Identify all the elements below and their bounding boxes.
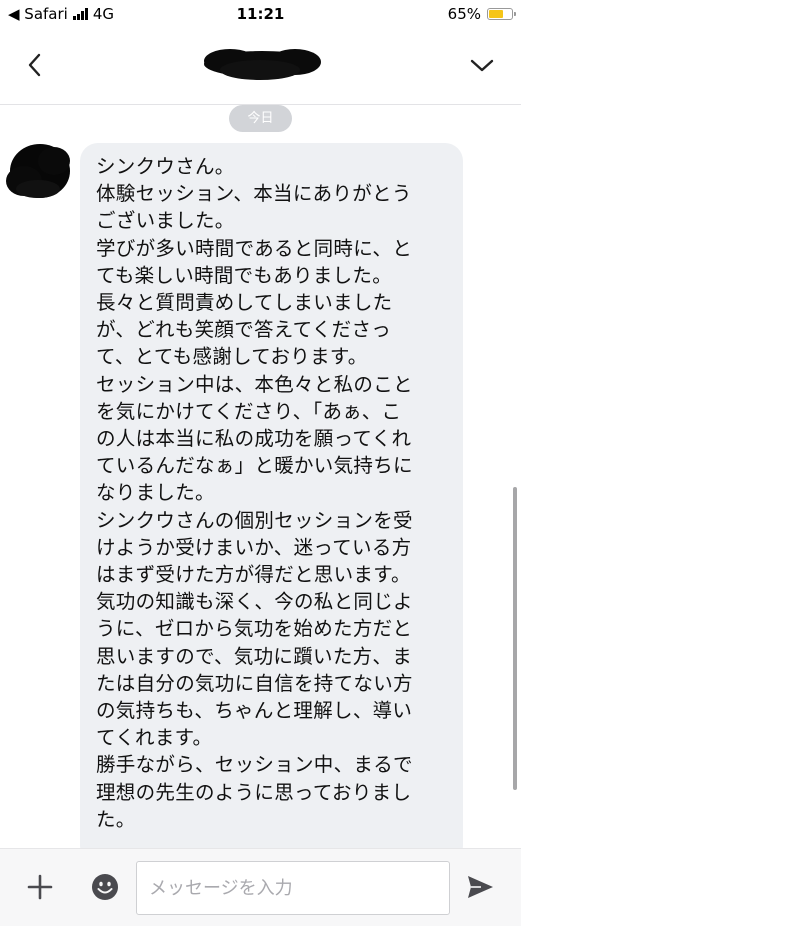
avatar[interactable]: [2, 141, 74, 203]
status-bar: ◀ Safari 4G 11:21 65%: [0, 0, 521, 30]
message-text: シンクウさん。 体験セッション、本当にありがとう ございました。 学びが多い時間…: [96, 155, 413, 831]
menu-dropdown-button[interactable]: [467, 48, 497, 82]
emoji-button[interactable]: [91, 873, 119, 901]
send-icon: [468, 876, 493, 898]
chevron-down-icon: [470, 59, 494, 72]
redaction-scribble: [204, 49, 321, 80]
add-attachment-button[interactable]: [26, 873, 54, 901]
scrollbar[interactable]: [513, 487, 517, 790]
line-chat-screen: ◀ Safari 4G 11:21 65% 今日 シンクウさん。 体験セッション…: [0, 0, 521, 926]
emoji-icon: [92, 874, 118, 900]
chat-header: [0, 30, 521, 105]
date-separator: 今日: [229, 105, 292, 132]
battery-fill: [489, 10, 503, 18]
chevron-left-icon: [28, 53, 41, 77]
message-bubble[interactable]: シンクウさん。 体験セッション、本当にありがとう ございました。 学びが多い時間…: [80, 143, 463, 848]
status-right: 65%: [447, 5, 516, 23]
battery-icon: [487, 8, 516, 20]
send-button[interactable]: [465, 873, 495, 901]
contact-name-redacted: [200, 44, 325, 84]
chat-area[interactable]: 今日 シンクウさん。 体験セッション、本当にありがとう ございました。 学びが多…: [0, 105, 521, 848]
back-button[interactable]: [22, 48, 52, 82]
input-bar: [0, 848, 521, 926]
battery-percent: 65%: [447, 5, 481, 23]
plus-icon: [27, 874, 53, 900]
status-time: 11:21: [236, 5, 285, 23]
avatar-redaction-scribble: [6, 144, 70, 198]
message-input[interactable]: [136, 861, 450, 915]
